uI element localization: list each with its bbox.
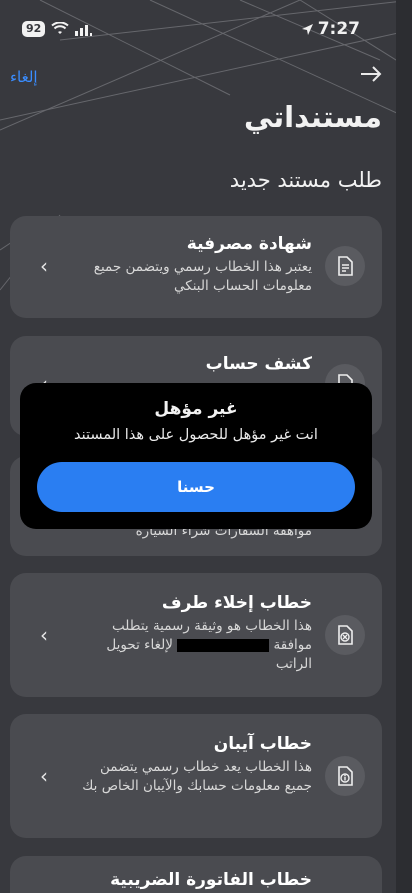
document-card-bank-certificate[interactable]: شهادة مصرفية يعتبر هذا الخطاب رسمي ويتضم…: [10, 216, 382, 318]
card-title: خطاب الفاتورة الضريبية: [110, 870, 312, 890]
ok-button[interactable]: حسنا: [37, 462, 355, 512]
cancel-button[interactable]: إلغاء: [10, 68, 38, 86]
document-card-iban-letter[interactable]: خطاب آيبان هذا الخطاب يعد خطاب رسمي يتضم…: [10, 714, 382, 838]
chevron-left-icon: ‹: [40, 764, 48, 788]
battery-indicator: 92: [22, 21, 46, 37]
document-text-icon: [325, 246, 365, 286]
card-description: هذا الخطاب هو وثيقة رسمية يتطلب موافقة ل…: [82, 617, 312, 674]
dialog-title: غير مؤهل: [154, 399, 238, 419]
document-x-icon: [325, 615, 365, 655]
card-title: شهادة مصرفية: [186, 234, 312, 254]
card-description: يعتبر هذا الخطاب رسمي ويتضمن جميع معلوما…: [93, 259, 312, 294]
description-prefix: موافقة: [273, 637, 312, 653]
side-edge: [396, 0, 412, 893]
document-card-clearance-letter[interactable]: خطاب إخلاء طرف هذا الخطاب هو وثيقة رسمية…: [10, 573, 382, 697]
card-title: كشف حساب: [205, 354, 312, 374]
card-description-line: هذا الخطاب هو وثيقة رسمية يتطلب: [112, 618, 312, 634]
location-arrow-icon: [301, 23, 313, 35]
card-title: خطاب آيبان: [213, 734, 312, 754]
page-title: مستنداتي: [243, 100, 382, 134]
status-bar: 92 7:27: [0, 0, 412, 60]
document-card-tax-invoice[interactable]: خطاب الفاتورة الضريبية: [10, 856, 382, 893]
ineligible-dialog: غير مؤهل انت غير مؤهل للحصول على هذا الم…: [20, 383, 372, 529]
card-title: خطاب إخلاء طرف: [161, 593, 312, 613]
arrow-right-icon: [361, 66, 382, 82]
card-description: هذا الخطاب يعد خطاب رسمي يتضمن جميع معلو…: [82, 759, 312, 794]
chevron-left-icon: ‹: [40, 623, 48, 647]
card-description-line: موافقة لإلغاء تحويل: [82, 636, 312, 655]
dialog-message: انت غير مؤهل للحصول على هذا المستند: [74, 427, 318, 443]
redacted-block: [177, 638, 270, 652]
section-title: طلب مستند جديد: [229, 168, 382, 192]
signal-icon: [75, 25, 93, 36]
chevron-left-icon: ‹: [40, 254, 48, 278]
back-button[interactable]: [360, 64, 382, 89]
status-time: 7:27: [317, 19, 360, 39]
document-info-icon: [325, 756, 365, 796]
description-suffix: لإلغاء تحويل: [106, 637, 173, 653]
wifi-icon: [51, 22, 69, 34]
card-description-line: الراتب: [275, 656, 312, 672]
